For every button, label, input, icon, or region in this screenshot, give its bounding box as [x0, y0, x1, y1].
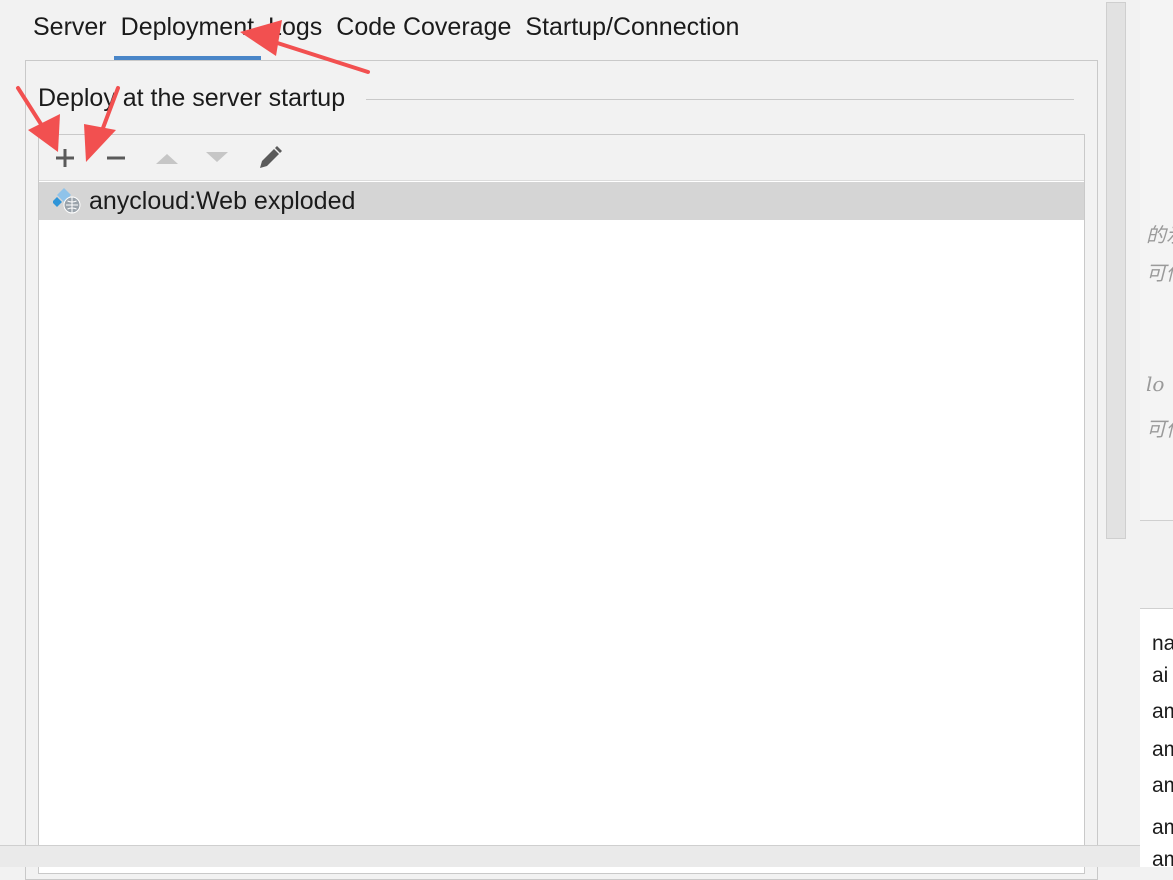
log-text-fragment: am [1152, 848, 1173, 871]
tab-server[interactable]: Server [26, 0, 114, 60]
log-text-fragment: am [1152, 816, 1173, 839]
remove-icon [107, 156, 125, 160]
tab-bar: Server Deployment Logs Code Coverage Sta… [26, 0, 746, 60]
editor-text-fragment: 的示 [1146, 223, 1173, 247]
log-text-fragment: am [1152, 738, 1173, 761]
arrow-up-icon [156, 154, 178, 164]
edit-button[interactable] [255, 143, 285, 173]
bottom-strip [0, 845, 1140, 867]
move-up-button[interactable] [152, 143, 182, 173]
add-icon [56, 149, 74, 167]
tab-startup-connection[interactable]: Startup/Connection [518, 0, 746, 60]
remove-button[interactable] [101, 143, 131, 173]
editor-text-fragment: 可传 [1146, 261, 1173, 285]
add-button[interactable] [50, 143, 80, 173]
list-item-label: anycloud:Web exploded [89, 186, 356, 215]
editor-text-fragment: lo [1146, 372, 1165, 396]
tab-deployment[interactable]: Deployment [113, 0, 262, 60]
list-toolbar [39, 135, 1084, 181]
editor-text-fragment: 可传 [1146, 417, 1173, 441]
log-text-fragment: ai [1152, 664, 1169, 687]
arrow-down-icon [206, 152, 228, 162]
log-header [1140, 521, 1173, 609]
group-title: Deploy at the server startup [38, 84, 354, 113]
tab-code-coverage[interactable]: Code Coverage [329, 0, 518, 60]
pencil-icon [260, 146, 282, 168]
group-separator [366, 99, 1074, 100]
list-item[interactable]: anycloud:Web exploded [39, 182, 1084, 220]
log-text-fragment: am [1152, 774, 1173, 797]
scrollbar-thumb[interactable] [1106, 2, 1126, 539]
log-text-fragment: am [1152, 700, 1173, 723]
web-artifact-icon [53, 188, 81, 214]
tab-logs[interactable]: Logs [261, 0, 329, 60]
log-text-fragment: na [1152, 632, 1173, 655]
move-down-button[interactable] [202, 143, 232, 173]
artifact-list: anycloud:Web exploded [38, 134, 1085, 874]
background-log-panel [1140, 520, 1173, 867]
